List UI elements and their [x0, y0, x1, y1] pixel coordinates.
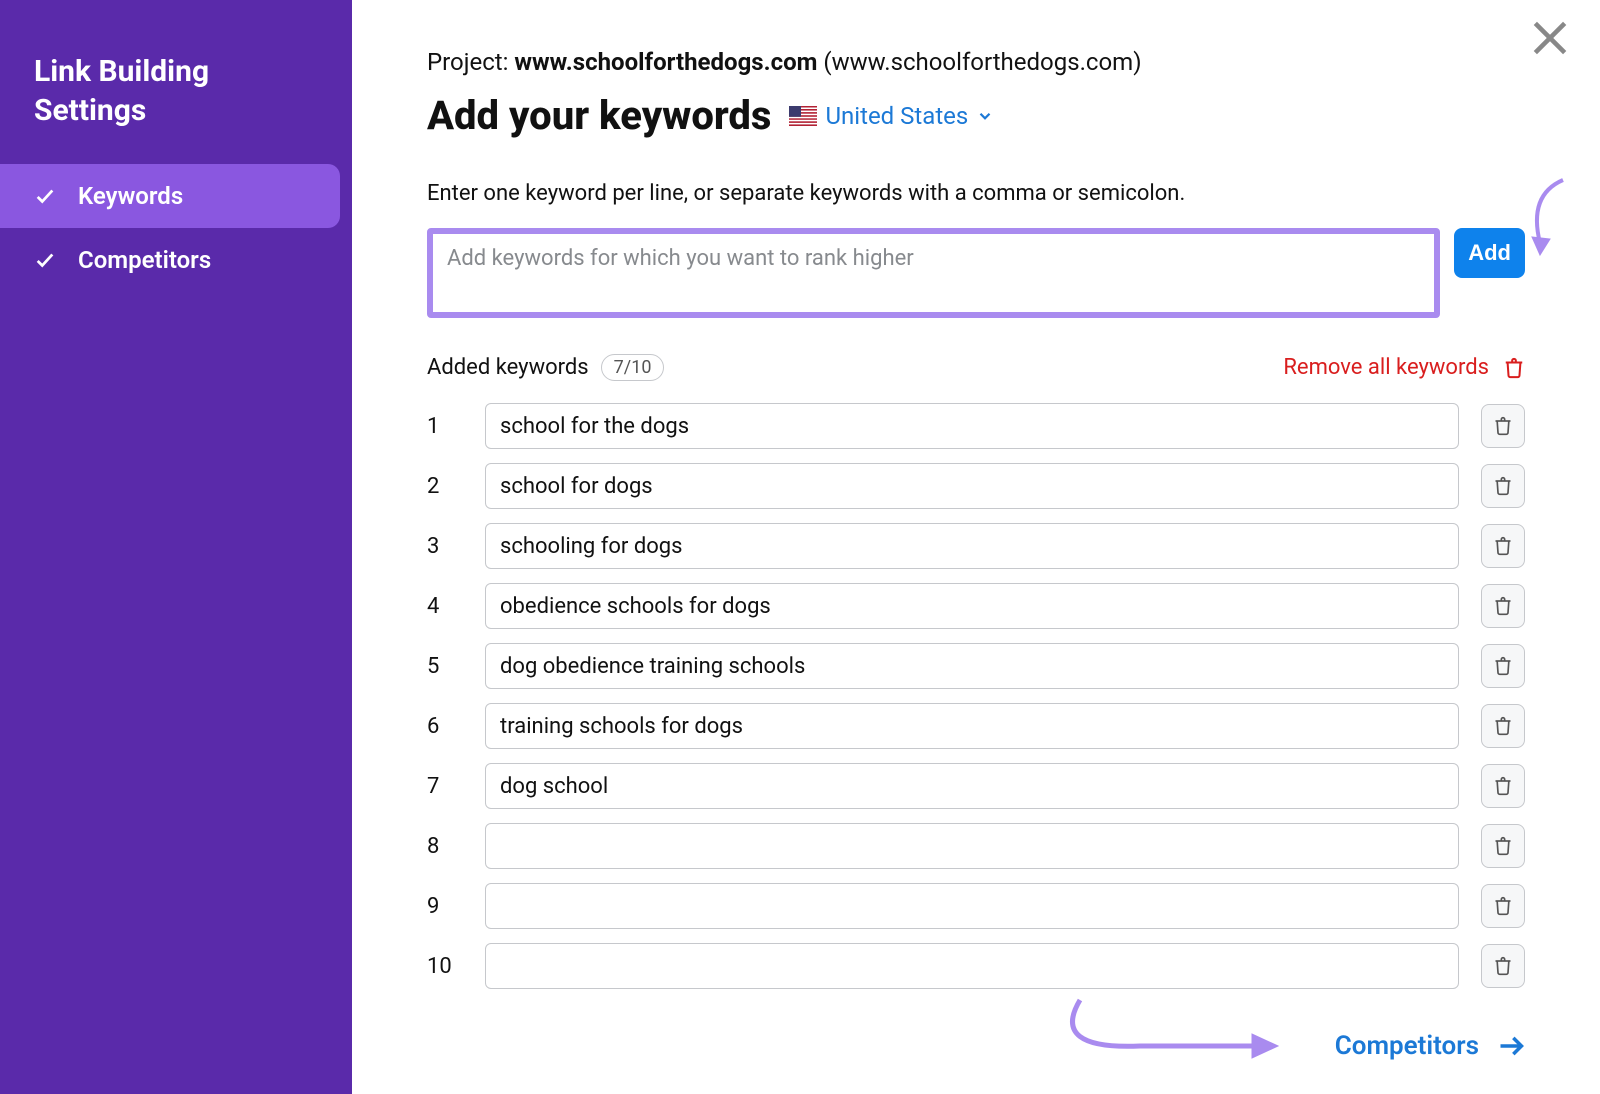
trash-icon — [1493, 776, 1513, 796]
keyword-row: 3 — [427, 523, 1525, 569]
keyword-row: 6 — [427, 703, 1525, 749]
next-link-label: Competitors — [1335, 1031, 1479, 1061]
keyword-row: 5 — [427, 643, 1525, 689]
check-icon — [34, 185, 56, 207]
sidebar-item-keywords[interactable]: Keywords — [0, 164, 340, 228]
keyword-field[interactable] — [485, 583, 1459, 629]
delete-keyword-button[interactable] — [1481, 704, 1525, 748]
sidebar-title: Link Building Settings — [0, 52, 352, 164]
keyword-field[interactable] — [485, 823, 1459, 869]
row-number: 8 — [427, 834, 463, 859]
delete-keyword-button[interactable] — [1481, 884, 1525, 928]
keyword-field[interactable] — [485, 703, 1459, 749]
add-button[interactable]: Add — [1454, 228, 1525, 278]
sidebar-item-label: Competitors — [78, 246, 211, 274]
location-picker[interactable]: United States — [789, 102, 994, 130]
chevron-down-icon — [976, 107, 994, 125]
trash-icon — [1493, 836, 1513, 856]
delete-keyword-button[interactable] — [1481, 404, 1525, 448]
sidebar-item-label: Keywords — [78, 182, 183, 210]
project-line: Project: www.schoolforthedogs.com (www.s… — [427, 48, 1525, 76]
close-button[interactable] — [1528, 16, 1572, 60]
competitors-next-link[interactable]: Competitors — [1335, 1031, 1525, 1061]
keyword-row: 7 — [427, 763, 1525, 809]
trash-icon — [1503, 357, 1525, 379]
project-prefix: Project: — [427, 48, 508, 76]
keyword-row: 1 — [427, 403, 1525, 449]
keyword-row: 2 — [427, 463, 1525, 509]
keyword-field[interactable] — [485, 943, 1459, 989]
row-number: 5 — [427, 654, 463, 679]
page-title: Add your keywords — [427, 92, 771, 139]
trash-icon — [1493, 896, 1513, 916]
keyword-input[interactable] — [427, 228, 1440, 318]
arrow-right-icon — [1497, 1032, 1525, 1060]
delete-keyword-button[interactable] — [1481, 824, 1525, 868]
location-label: United States — [825, 102, 968, 130]
remove-all-button[interactable]: Remove all keywords — [1283, 355, 1525, 380]
row-number: 7 — [427, 774, 463, 799]
trash-icon — [1493, 536, 1513, 556]
row-number: 2 — [427, 474, 463, 499]
keyword-field[interactable] — [485, 643, 1459, 689]
trash-icon — [1493, 716, 1513, 736]
trash-icon — [1493, 656, 1513, 676]
delete-keyword-button[interactable] — [1481, 584, 1525, 628]
trash-icon — [1493, 416, 1513, 436]
sidebar: Link Building Settings Keywords Competit… — [0, 0, 352, 1094]
trash-icon — [1493, 596, 1513, 616]
delete-keyword-button[interactable] — [1481, 524, 1525, 568]
keyword-field[interactable] — [485, 463, 1459, 509]
row-number: 6 — [427, 714, 463, 739]
main-panel: Project: www.schoolforthedogs.com (www.s… — [352, 0, 1600, 1094]
project-domain: www.schoolforthedogs.com — [514, 48, 817, 76]
keyword-field[interactable] — [485, 763, 1459, 809]
row-number: 9 — [427, 894, 463, 919]
check-icon — [34, 249, 56, 271]
trash-icon — [1493, 476, 1513, 496]
keyword-field[interactable] — [485, 883, 1459, 929]
project-paren: (www.schoolforthedogs.com) — [823, 48, 1141, 76]
keyword-row: 8 — [427, 823, 1525, 869]
delete-keyword-button[interactable] — [1481, 764, 1525, 808]
close-icon — [1528, 16, 1572, 60]
row-number: 3 — [427, 534, 463, 559]
us-flag-icon — [789, 106, 817, 126]
row-number: 4 — [427, 594, 463, 619]
delete-keyword-button[interactable] — [1481, 644, 1525, 688]
row-number: 1 — [427, 414, 463, 439]
added-keywords-label: Added keywords — [427, 355, 589, 380]
row-number: 10 — [427, 954, 463, 979]
added-keywords-count: 7/10 — [601, 354, 665, 381]
sidebar-item-competitors[interactable]: Competitors — [0, 228, 340, 292]
delete-keyword-button[interactable] — [1481, 944, 1525, 988]
keyword-row: 4 — [427, 583, 1525, 629]
keyword-rows: 1 2 3 4 5 6 7 8 9 10 — [427, 403, 1525, 989]
remove-all-label: Remove all keywords — [1283, 355, 1489, 380]
trash-icon — [1493, 956, 1513, 976]
keyword-field[interactable] — [485, 523, 1459, 569]
keyword-field[interactable] — [485, 403, 1459, 449]
instructions: Enter one keyword per line, or separate … — [427, 181, 1525, 206]
delete-keyword-button[interactable] — [1481, 464, 1525, 508]
keyword-row: 10 — [427, 943, 1525, 989]
keyword-row: 9 — [427, 883, 1525, 929]
